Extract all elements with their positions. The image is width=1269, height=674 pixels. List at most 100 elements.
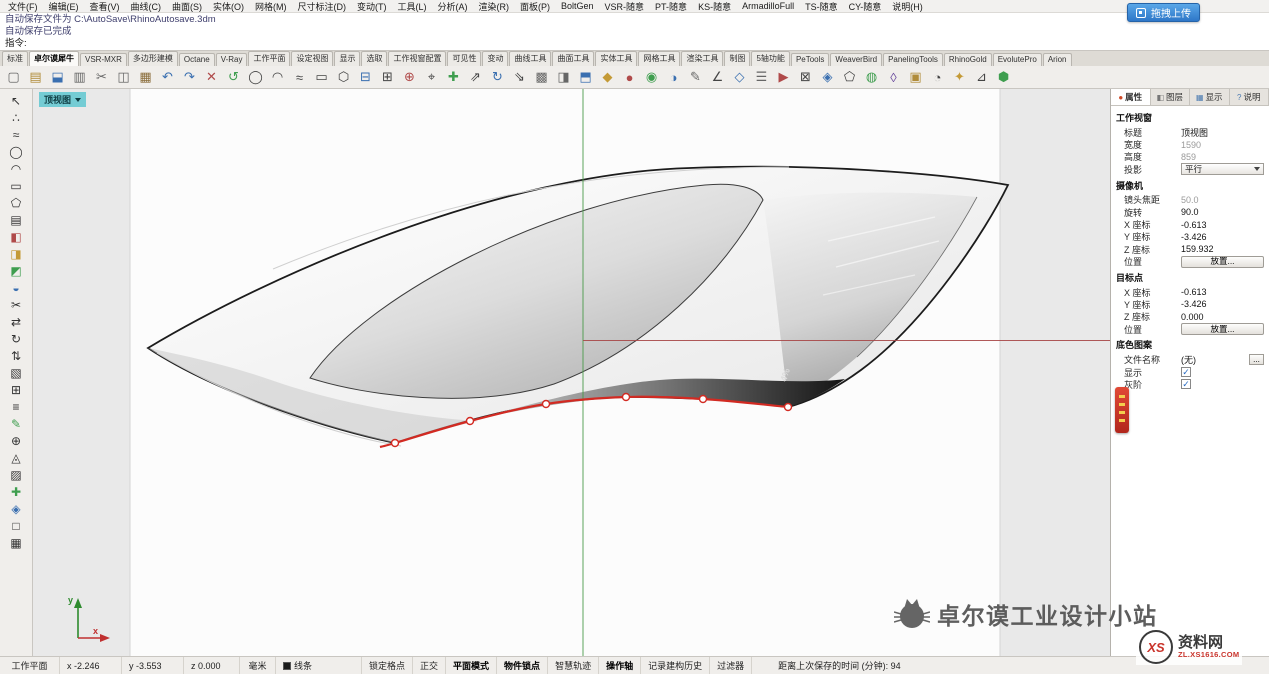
toggle-smart-track[interactable]: 智慧轨迹 bbox=[548, 657, 599, 674]
delete-icon[interactable]: ✕ bbox=[201, 67, 222, 87]
menu-item-6[interactable]: 网格(M) bbox=[255, 0, 287, 13]
left-tool-22-icon[interactable]: ◬ bbox=[3, 449, 29, 466]
tgt-x-field[interactable]: -0.613 bbox=[1181, 287, 1207, 297]
toolbar-tab-19[interactable]: 5轴功能 bbox=[751, 51, 789, 66]
menu-item-7[interactable]: 尺寸标注(D) bbox=[298, 0, 347, 13]
menu-item-17[interactable]: ArmadilloFull bbox=[742, 1, 794, 11]
left-tool-6-icon[interactable]: ▭ bbox=[3, 177, 29, 194]
menu-item-13[interactable]: BoltGen bbox=[561, 1, 594, 11]
left-tool-26-icon[interactable]: □ bbox=[3, 517, 29, 534]
toolbar-tab-9[interactable]: 选取 bbox=[361, 51, 387, 66]
left-tool-27-icon[interactable]: ▦ bbox=[3, 534, 29, 551]
tool-35-icon[interactable]: ☰ bbox=[751, 67, 772, 87]
toolbar-tab-0[interactable]: 标准 bbox=[2, 51, 28, 66]
tool-39-icon[interactable]: ⬠ bbox=[839, 67, 860, 87]
menu-item-2[interactable]: 查看(V) bbox=[90, 0, 120, 13]
cplane-button[interactable]: 工作平面 bbox=[0, 657, 60, 674]
tool-15-icon[interactable]: ▭ bbox=[311, 67, 332, 87]
menu-item-14[interactable]: VSR-随意 bbox=[605, 0, 645, 13]
toggle-gumball[interactable]: 操作轴 bbox=[599, 657, 641, 674]
undo-icon[interactable]: ↶ bbox=[157, 67, 178, 87]
wallpaper-show-checkbox[interactable]: ✓ bbox=[1181, 367, 1191, 377]
toolbar-tab-24[interactable]: EvolutePro bbox=[993, 53, 1042, 66]
toolbar-tab-13[interactable]: 曲线工具 bbox=[509, 51, 551, 66]
tool-14-icon[interactable]: ≈ bbox=[289, 67, 310, 87]
toolbar-tab-2[interactable]: VSR-MXR bbox=[80, 53, 127, 66]
tool-32-icon[interactable]: ✎ bbox=[685, 67, 706, 87]
left-tool-21-icon[interactable]: ⊕ bbox=[3, 432, 29, 449]
menu-item-9[interactable]: 工具(L) bbox=[398, 0, 427, 13]
width-field[interactable]: 1590 bbox=[1181, 140, 1201, 150]
control-point[interactable] bbox=[623, 394, 630, 401]
tgt-place-button[interactable]: 放置... bbox=[1181, 323, 1264, 335]
panel-tab-display[interactable]: ▦显示 bbox=[1190, 89, 1230, 105]
toggle-osnap[interactable]: 物件锁点 bbox=[497, 657, 548, 674]
rotation-field[interactable]: 90.0 bbox=[1181, 207, 1199, 217]
cam-z-field[interactable]: 159.932 bbox=[1181, 244, 1214, 254]
left-tool-7-icon[interactable]: ⬠ bbox=[3, 194, 29, 211]
left-tool-17-icon[interactable]: ▧ bbox=[3, 364, 29, 381]
menu-item-5[interactable]: 实体(O) bbox=[213, 0, 244, 13]
viewport-title[interactable]: 顶视图 bbox=[39, 92, 86, 107]
viewport[interactable]: 顶视图 bbox=[33, 89, 1110, 656]
toolbar-tab-15[interactable]: 实体工具 bbox=[595, 51, 637, 66]
left-tool-11-icon[interactable]: ◩ bbox=[3, 262, 29, 279]
toggle-planar[interactable]: 平面模式 bbox=[446, 657, 497, 674]
tool-41-icon[interactable]: ◊ bbox=[883, 67, 904, 87]
left-tool-24-icon[interactable]: ✚ bbox=[3, 483, 29, 500]
toolbar-tab-14[interactable]: 曲面工具 bbox=[552, 51, 594, 66]
toolbar-tab-23[interactable]: RhinoGold bbox=[944, 53, 992, 66]
toolbar-tab-17[interactable]: 渲染工具 bbox=[681, 51, 723, 66]
tool-18-icon[interactable]: ⊞ bbox=[377, 67, 398, 87]
control-point[interactable] bbox=[543, 401, 550, 408]
tool-13-icon[interactable]: ◠ bbox=[267, 67, 288, 87]
control-point[interactable] bbox=[700, 396, 707, 403]
control-point[interactable] bbox=[785, 404, 792, 411]
left-tool-3-icon[interactable]: ≈ bbox=[3, 126, 29, 143]
left-tool-23-icon[interactable]: ▨ bbox=[3, 466, 29, 483]
toolbar-tab-22[interactable]: PanelingTools bbox=[883, 53, 943, 66]
wallpaper-file-browse-button[interactable]: ... bbox=[1249, 354, 1264, 365]
menu-item-15[interactable]: PT-随意 bbox=[655, 0, 687, 13]
tool-27-icon[interactable]: ⬒ bbox=[575, 67, 596, 87]
left-tool-8-icon[interactable]: ▤ bbox=[3, 211, 29, 228]
upload-button[interactable]: 拖拽上传 bbox=[1127, 3, 1200, 22]
left-tool-14-icon[interactable]: ⇄ bbox=[3, 313, 29, 330]
left-tool-12-icon[interactable]: ◒ bbox=[3, 279, 29, 296]
height-field[interactable]: 859 bbox=[1181, 152, 1196, 162]
projection-select[interactable]: 平行 bbox=[1181, 163, 1264, 175]
menu-item-18[interactable]: TS-随意 bbox=[805, 0, 838, 13]
toolbar-tab-10[interactable]: 工作视窗配置 bbox=[388, 51, 446, 66]
tool-43-icon[interactable]: ◔ bbox=[927, 67, 948, 87]
left-tool-25-icon[interactable]: ◈ bbox=[3, 500, 29, 517]
left-tool-16-icon[interactable]: ⇅ bbox=[3, 347, 29, 364]
tool-38-icon[interactable]: ◈ bbox=[817, 67, 838, 87]
toolbar-tab-11[interactable]: 可见性 bbox=[447, 51, 481, 66]
left-tool-15-icon[interactable]: ↻ bbox=[3, 330, 29, 347]
tool-37-icon[interactable]: ⊠ bbox=[795, 67, 816, 87]
menu-item-20[interactable]: 说明(H) bbox=[892, 0, 923, 13]
left-tool-19-icon[interactable]: ≡ bbox=[3, 398, 29, 415]
toolbar-tab-25[interactable]: Arion bbox=[1043, 53, 1072, 66]
menu-item-10[interactable]: 分析(A) bbox=[438, 0, 468, 13]
menu-item-12[interactable]: 面板(P) bbox=[520, 0, 550, 13]
toolbar-tab-12[interactable]: 变动 bbox=[482, 51, 508, 66]
command-area[interactable]: 自动保存文件为 C:\AutoSave\RhinoAutosave.3dm 自动… bbox=[0, 13, 1269, 51]
tool-19-icon[interactable]: ⊕ bbox=[399, 67, 420, 87]
title-field[interactable]: 顶视图 bbox=[1181, 126, 1208, 139]
tool-16-icon[interactable]: ⬡ bbox=[333, 67, 354, 87]
left-tool-2-icon[interactable]: ∴ bbox=[3, 109, 29, 126]
toggle-ortho[interactable]: 正交 bbox=[413, 657, 446, 674]
panel-tab-properties[interactable]: ●属性 bbox=[1111, 89, 1151, 105]
left-tool-20-icon[interactable]: ✎ bbox=[3, 415, 29, 432]
toggle-grid-snap[interactable]: 锁定格点 bbox=[362, 657, 413, 674]
tool-12-icon[interactable]: ◯ bbox=[245, 67, 266, 87]
control-point[interactable] bbox=[467, 418, 474, 425]
cut-icon[interactable]: ✂ bbox=[91, 67, 112, 87]
tool-21-icon[interactable]: ✚ bbox=[443, 67, 464, 87]
tool-44-icon[interactable]: ✦ bbox=[949, 67, 970, 87]
cam-x-field[interactable]: -0.613 bbox=[1181, 220, 1207, 230]
new-file-icon[interactable]: ▢ bbox=[3, 67, 24, 87]
menu-item-0[interactable]: 文件(F) bbox=[8, 0, 38, 13]
tool-31-icon[interactable]: ◑ bbox=[663, 67, 684, 87]
